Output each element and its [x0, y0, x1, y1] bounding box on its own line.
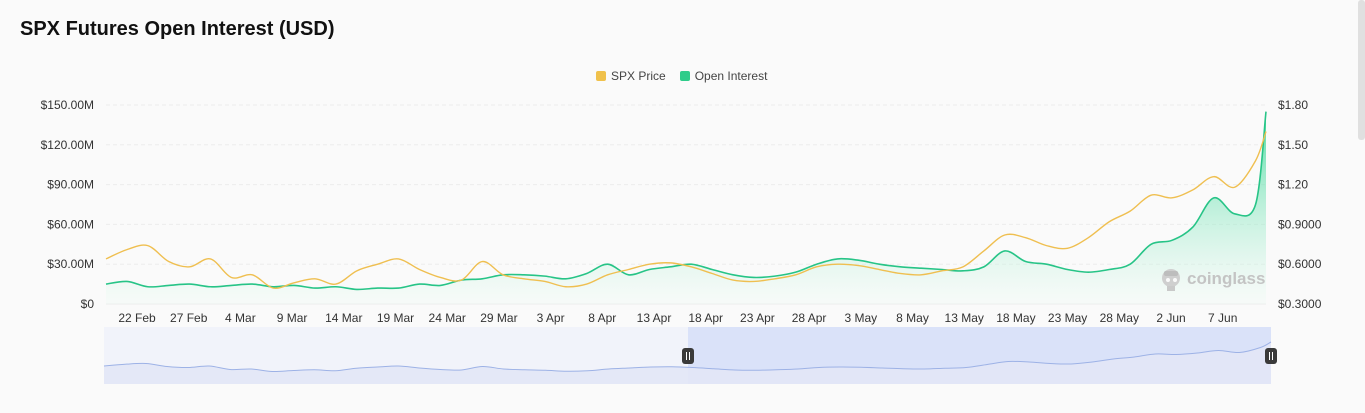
- x-axis-tick-label: 8 Apr: [588, 311, 616, 325]
- open-interest-series: [105, 111, 1267, 304]
- x-axis-tick-label: 9 Mar: [277, 311, 308, 325]
- left-axis-tick-label: $0: [81, 297, 95, 311]
- right-axis-tick-label: $1.80: [1278, 98, 1308, 112]
- chart-canvas: $0$30.00M$60.00M$90.00M$120.00M$150.00M …: [41, 98, 1322, 384]
- x-axis-tick-label: 18 May: [996, 311, 1035, 325]
- x-axis-tick-label: 7 Jun: [1208, 311, 1237, 325]
- x-axis-tick-label: 23 Apr: [740, 311, 775, 325]
- open-interest-area: [106, 111, 1266, 304]
- right-axis-tick-label: $1.50: [1278, 138, 1308, 152]
- x-axis-tick-label: 4 Mar: [225, 311, 256, 325]
- x-axis-tick-label: 19 Mar: [377, 311, 414, 325]
- right-axis-tick-label: $0.6000: [1278, 257, 1322, 271]
- right-y-axis: $0.3000 $0.6000 $0.9000 $1.20 $1.50 $1.80: [1278, 98, 1322, 311]
- range-navigator[interactable]: [103, 327, 1277, 384]
- left-axis-tick-label: $90.00M: [47, 178, 94, 192]
- left-axis-tick-label: $150.00M: [41, 98, 94, 112]
- left-axis-tick-label: $30.00M: [47, 257, 94, 271]
- navigator-left-handle[interactable]: [682, 348, 694, 364]
- watermark-text: coinglass: [1187, 269, 1265, 288]
- left-axis-tick-label: $60.00M: [47, 217, 94, 231]
- x-axis-tick-label: 18 Apr: [688, 311, 723, 325]
- x-axis-tick-label: 27 Feb: [170, 311, 208, 325]
- x-axis-tick-label: 13 May: [945, 311, 984, 325]
- left-axis-tick-label: $120.00M: [41, 138, 94, 152]
- page-scrollbar[interactable]: [1358, 0, 1365, 140]
- x-axis-tick-label: 28 May: [1100, 311, 1139, 325]
- x-axis-tick-label: 29 Mar: [480, 311, 517, 325]
- navigator-right-handle[interactable]: [1265, 348, 1277, 364]
- x-axis-tick-label: 3 May: [844, 311, 877, 325]
- x-axis-tick-label: 8 May: [896, 311, 929, 325]
- x-axis-tick-label: 14 Mar: [325, 311, 362, 325]
- x-axis-tick-label: 24 Mar: [429, 311, 466, 325]
- x-axis: 22 Feb 27 Feb 4 Mar 9 Mar 14 Mar 19 Mar 24 Mar…: [118, 311, 1237, 325]
- x-axis-tick-label: 28 Apr: [792, 311, 827, 325]
- right-axis-tick-label: $0.9000: [1278, 217, 1322, 231]
- x-axis-tick-label: 23 May: [1048, 311, 1087, 325]
- x-axis-tick-label: 13 Apr: [637, 311, 672, 325]
- x-axis-tick-label: 22 Feb: [118, 311, 156, 325]
- right-axis-tick-label: $0.3000: [1278, 297, 1322, 311]
- left-y-axis: $0 $30.00M $60.00M $90.00M $120.00M $150.00M: [41, 98, 95, 311]
- right-axis-tick-label: $1.20: [1278, 178, 1308, 192]
- x-axis-tick-label: 2 Jun: [1156, 311, 1185, 325]
- x-axis-tick-label: 3 Apr: [537, 311, 565, 325]
- open-interest-line: [105, 111, 1267, 291]
